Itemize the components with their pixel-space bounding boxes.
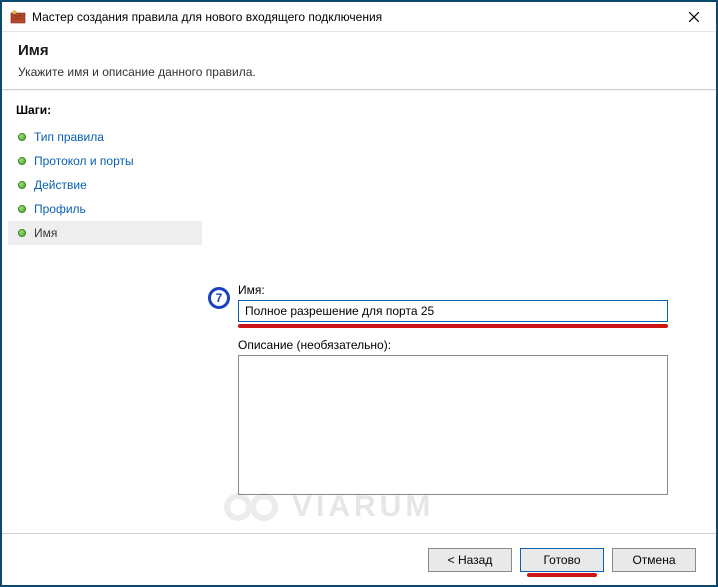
annotation-underline <box>527 573 597 577</box>
firewall-icon <box>10 9 26 25</box>
annotation-underline <box>238 324 668 328</box>
bullet-icon <box>18 205 26 213</box>
titlebar: Мастер создания правила для нового входя… <box>2 2 716 32</box>
wizard-header: Имя Укажите имя и описание данного прави… <box>2 32 716 89</box>
step-name[interactable]: Имя <box>8 221 202 245</box>
finish-button[interactable]: Готово <box>520 548 604 572</box>
description-textarea[interactable] <box>238 355 668 495</box>
bullet-icon <box>18 157 26 165</box>
cancel-button[interactable]: Отмена <box>612 548 696 572</box>
wizard-footer: < Назад Готово Отмена <box>2 533 716 585</box>
wizard-body: Шаги: Тип правила Протокол и порты Дейст… <box>2 91 716 533</box>
name-label: Имя: <box>238 283 690 297</box>
bullet-icon <box>18 181 26 189</box>
step-protocol-ports[interactable]: Протокол и порты <box>8 149 202 173</box>
step-label: Протокол и порты <box>34 154 134 168</box>
description-label: Описание (необязательно): <box>238 338 690 352</box>
step-rule-type[interactable]: Тип правила <box>8 125 202 149</box>
wizard-window: Мастер создания правила для нового входя… <box>0 0 718 587</box>
back-button[interactable]: < Назад <box>428 548 512 572</box>
step-label: Профиль <box>34 202 86 216</box>
name-input[interactable] <box>238 300 668 322</box>
step-action[interactable]: Действие <box>8 173 202 197</box>
wizard-main: 7 Имя: Описание (необязательно): VIARUM <box>202 91 716 533</box>
step-profile[interactable]: Профиль <box>8 197 202 221</box>
name-field-block: Имя: Описание (необязательно): <box>238 283 690 498</box>
finish-button-label: Готово <box>543 553 580 567</box>
step-label: Имя <box>34 226 57 240</box>
close-icon <box>689 12 699 22</box>
page-subtitle: Укажите имя и описание данного правила. <box>18 65 700 79</box>
step-label: Действие <box>34 178 87 192</box>
cancel-button-label: Отмена <box>632 553 675 567</box>
close-button[interactable] <box>672 3 716 31</box>
steps-sidebar: Шаги: Тип правила Протокол и порты Дейст… <box>2 91 202 533</box>
bullet-icon <box>18 133 26 141</box>
page-title: Имя <box>18 42 700 59</box>
annotation-badge: 7 <box>208 287 230 309</box>
window-title: Мастер создания правила для нового входя… <box>32 10 672 24</box>
back-button-label: < Назад <box>448 553 493 567</box>
steps-title: Шаги: <box>8 99 202 125</box>
step-label: Тип правила <box>34 130 104 144</box>
bullet-icon <box>18 229 26 237</box>
